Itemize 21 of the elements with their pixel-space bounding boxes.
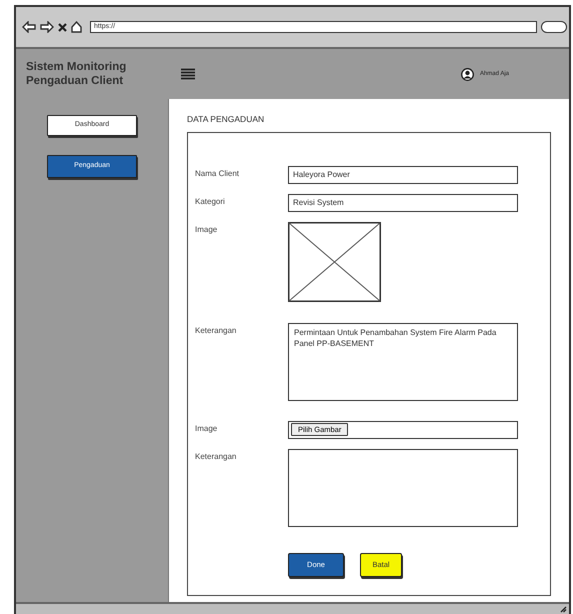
- app-title: Sistem Monitoring Pengaduan Client: [25, 60, 128, 88]
- image-placeholder-icon: [288, 222, 381, 302]
- forward-icon[interactable]: [40, 21, 54, 33]
- user-icon[interactable]: [460, 68, 474, 80]
- textarea-field[interactable]: [288, 448, 518, 527]
- field-label: Nama Client: [195, 168, 240, 180]
- field-label: Kategori: [195, 196, 226, 208]
- field-label: Image: [195, 422, 218, 435]
- close-icon[interactable]: [58, 22, 67, 32]
- home-icon[interactable]: [71, 21, 82, 33]
- search-field[interactable]: [541, 21, 567, 33]
- text-field[interactable]: Revisi System: [288, 194, 518, 212]
- field-label: Image: [195, 224, 218, 236]
- field-label: Keterangan: [195, 450, 238, 463]
- menu-icon[interactable]: [181, 68, 195, 80]
- field-label: Keterangan: [195, 324, 238, 337]
- resize-grip-icon[interactable]: [560, 606, 567, 612]
- text-field[interactable]: Haleyora Power: [288, 166, 518, 184]
- form-title: DATA PENGADUAN: [187, 113, 266, 126]
- back-icon[interactable]: [22, 21, 36, 33]
- textarea-field[interactable]: Permintaan Untuk Penambahan System Fire Alarm Pada Panel PP-BASEMENT: [288, 322, 518, 401]
